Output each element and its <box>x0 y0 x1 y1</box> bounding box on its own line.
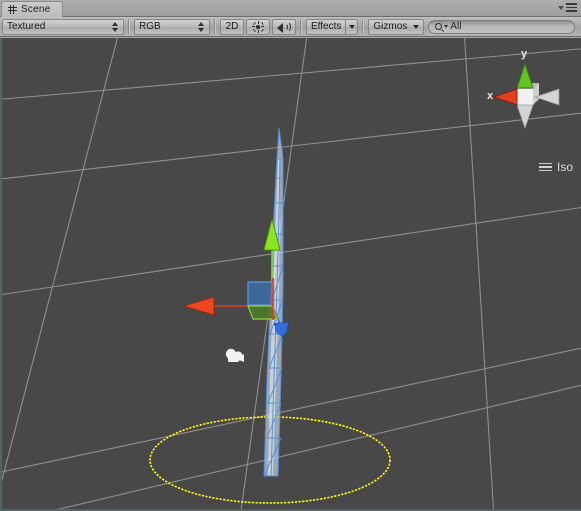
effects-button[interactable]: Effects <box>306 18 346 35</box>
search-input[interactable]: All <box>428 19 575 34</box>
color-mode-dropdown[interactable]: RGB <box>134 18 210 35</box>
search-magnifier-icon <box>435 23 443 30</box>
chevron-down-icon <box>348 24 355 29</box>
scene-grid-icon <box>8 5 17 14</box>
stepper-arrows-icon <box>198 21 205 32</box>
draw-mode-label: Textured <box>7 21 46 32</box>
stepper-arrows-icon <box>112 21 119 32</box>
toolbar-separator <box>362 19 365 34</box>
chevron-down-icon <box>558 5 564 10</box>
search-input-value: All <box>450 20 462 32</box>
unity-scene-window: Scene Textured RGB 2D Effects Gizmos All… <box>0 0 581 511</box>
hamburger-icon <box>566 3 577 12</box>
projection-mode-toggle[interactable]: Iso <box>538 160 573 174</box>
toggle-2d-label: 2D <box>225 21 239 32</box>
panel-tab-strip: Scene <box>0 0 581 17</box>
camera-gizmo-icon <box>225 348 244 362</box>
effects-dropdown-arrow[interactable] <box>345 18 359 35</box>
toolbar-separator <box>214 19 216 34</box>
scene-view-toolbar: Textured RGB 2D Effects Gizmos All <box>0 17 581 37</box>
scene-viewport[interactable]: y x Iso <box>0 38 581 511</box>
tab-scene[interactable]: Scene <box>1 1 64 17</box>
perspective-toggle-icon <box>538 162 552 172</box>
scene-grid <box>2 38 581 509</box>
sun-lighting-icon <box>252 20 264 33</box>
effects-label: Effects <box>311 21 342 32</box>
toolbar-separator <box>128 19 130 34</box>
effects-dropdown[interactable]: Effects <box>306 18 359 35</box>
toggle-2d-button[interactable]: 2D <box>220 18 244 35</box>
gizmos-dropdown[interactable]: Gizmos <box>368 18 425 35</box>
toggle-audio-button[interactable] <box>272 18 296 35</box>
toggle-lighting-button[interactable] <box>246 18 270 35</box>
audio-speaker-icon <box>277 21 291 33</box>
chevron-down-icon <box>413 24 420 29</box>
chevron-down-icon <box>444 25 449 28</box>
toolbar-separator <box>300 19 302 34</box>
panel-options-menu-icon[interactable] <box>558 3 577 12</box>
color-mode-label: RGB <box>139 21 161 32</box>
gizmos-label: Gizmos <box>373 21 408 32</box>
tab-scene-label: Scene <box>21 3 51 15</box>
draw-mode-dropdown[interactable]: Textured <box>2 18 124 35</box>
projection-mode-label: Iso <box>556 160 573 174</box>
scene-render <box>2 38 581 509</box>
